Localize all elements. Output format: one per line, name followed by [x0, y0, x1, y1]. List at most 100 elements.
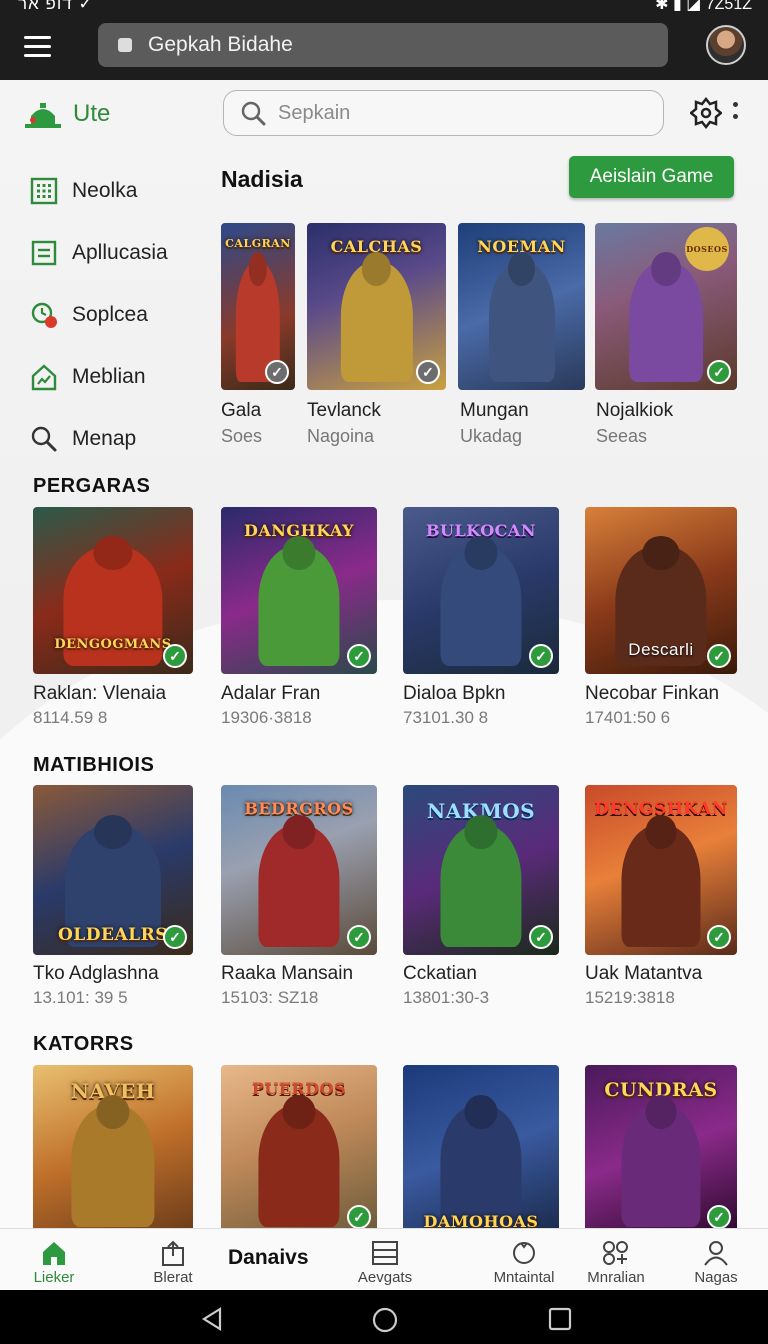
search-icon [31, 426, 57, 452]
installed-check-icon: ✓ [265, 360, 289, 384]
brand-name: Ute [73, 100, 111, 127]
upload-box-icon [162, 1240, 184, 1266]
search-icon [241, 101, 266, 126]
featured-game-sub: Ukadag [460, 426, 523, 446]
featured-game-tile[interactable]: CALCHAS ✓ [307, 223, 446, 390]
installed-check-icon: ✓ [707, 925, 731, 949]
game-meta: 73101.30 8 [403, 708, 489, 727]
side-navigation: Neolka Apllucasia Soplcea Meblian Menap [30, 160, 210, 470]
nav-nagas[interactable]: Nagas [688, 1229, 744, 1291]
nav-label: Mntaintal [493, 1269, 555, 1286]
game-card-image[interactable]: PUERDOS ✓ [221, 1065, 377, 1228]
recents-icon[interactable] [548, 1307, 572, 1331]
game-card-image[interactable]: DANGHKAY ✓ [221, 507, 377, 674]
game-card-image[interactable]: DAMOHOAS [403, 1065, 559, 1228]
sidebar-item-neolka[interactable]: Neolka [30, 160, 210, 222]
game-meta: 17401:50 6 [585, 708, 671, 727]
game-art-title: DAMOHOAS [423, 1212, 539, 1228]
nav-mntaintal[interactable]: Mntaintal [488, 1229, 560, 1291]
home-button-icon[interactable] [372, 1307, 398, 1333]
search-input[interactable] [278, 101, 638, 125]
game-meta: 13.101: 39 5 [33, 988, 128, 1007]
bottom-nav-title[interactable]: Danaivs [228, 1246, 309, 1270]
main-page: Ute Neolka Apllucasia [0, 80, 768, 1228]
sidebar-item-meblian[interactable]: Meblian [30, 346, 210, 408]
game-name: Uak Matantva [585, 963, 703, 984]
section-heading: MATIBHIOIS [33, 754, 155, 776]
person-icon [704, 1241, 728, 1266]
game-character-art [621, 824, 701, 947]
game-name: Tko Adglashna [33, 963, 159, 984]
featured-game-name: Gala [221, 400, 262, 421]
game-art-title: CALGRAN [225, 237, 291, 250]
sidebar-item-menap[interactable]: Menap [30, 408, 210, 470]
sidebar-item-soplcea[interactable]: Soplcea [30, 284, 210, 346]
nav-label: Aevgats [357, 1269, 413, 1286]
game-meta: 15103: SZ18 [221, 988, 319, 1007]
sidebar-item-label: Apllucasia [72, 241, 168, 264]
sidebar-item-label: Menap [72, 427, 137, 450]
game-character-art [621, 1104, 701, 1227]
featured-game-tile[interactable]: CALGRAN ✓ [221, 223, 295, 390]
sidebar-item-label: Soplcea [72, 303, 148, 326]
game-card-image[interactable]: NAKMOS ✓ [403, 785, 559, 955]
game-character-art [340, 261, 413, 382]
store-bell-icon [25, 103, 61, 128]
game-name: Adalar Fran [221, 683, 321, 704]
house-chart-icon [31, 364, 57, 391]
nav-aevgats[interactable]: Aevgats [350, 1229, 420, 1291]
nav-blerat[interactable]: Blerat [143, 1229, 203, 1291]
game-character-art [258, 1104, 340, 1227]
game-card-image[interactable]: OLDEALRS ✓ [33, 785, 193, 955]
sidebar-item-apllucasia[interactable]: Apllucasia [30, 222, 210, 284]
game-card-image[interactable]: BEDRGROS ✓ [221, 785, 377, 955]
featured-game-tile[interactable]: NOEMAN [458, 223, 585, 390]
address-text: Gepkah Bidahe [148, 33, 293, 56]
top-app-bar: דופ אר ✓ ✱ ▮ ◪ 7Z51Z Gepkah Bidahe [0, 0, 768, 80]
nav-label: Lieker [33, 1269, 75, 1286]
home-icon [43, 1242, 65, 1265]
nav-mnralian[interactable]: Mnralian [580, 1229, 652, 1291]
game-name: Dialoa Bpkn [403, 683, 506, 704]
hamburger-menu-icon[interactable] [24, 36, 51, 58]
sidebar-item-label: Neolka [72, 179, 138, 202]
section-heading: KATORRS [33, 1033, 134, 1055]
installed-check-icon: ✓ [529, 925, 553, 949]
game-character-art [258, 824, 340, 947]
status-icons: ✱ ▮ ◪ 7Z51Z [655, 0, 752, 13]
nav-lieker[interactable]: Lieker [24, 1229, 84, 1291]
back-icon[interactable] [200, 1307, 224, 1331]
game-card-image[interactable]: DENGOGMANS ✓ [33, 507, 193, 674]
featured-game-name: Nojalkiok [596, 400, 674, 421]
game-card-image[interactable]: CUNDRAS ✓ [585, 1065, 737, 1228]
game-art-title: DOSEOS [685, 227, 729, 271]
installed-check-icon: ✓ [707, 644, 731, 668]
game-character-art [488, 261, 555, 382]
nav-label: Blerat [153, 1269, 193, 1286]
game-meta: 13801:30-3 [403, 988, 490, 1007]
installed-check-icon: ✓ [163, 644, 187, 668]
address-bar[interactable]: Gepkah Bidahe [98, 23, 668, 67]
game-meta: 8114.59 8 [33, 708, 108, 727]
featured-game-sub: Seeas [596, 426, 648, 446]
gear-icon[interactable] [690, 97, 722, 129]
game-card-image[interactable]: DENGSHKAN ✓ [585, 785, 737, 955]
game-card-image[interactable]: BULKOCAN ✓ [403, 507, 559, 674]
game-card-image[interactable]: NAVEH [33, 1065, 193, 1228]
featured-heading: Nadisia [221, 166, 303, 192]
installed-check-icon: ✓ [416, 360, 440, 384]
avatar[interactable] [706, 25, 746, 65]
game-meta: 19306·3818 [221, 708, 312, 727]
section-heading: PERGARAS [33, 475, 151, 497]
system-navigation-bar [0, 1290, 768, 1344]
game-character-art [629, 261, 703, 382]
more-vert-icon[interactable] [733, 102, 739, 126]
installed-check-icon: ✓ [529, 644, 553, 668]
featured-game-tile[interactable]: DOSEOS ✓ [595, 223, 737, 390]
add-game-button[interactable]: Aeislain Game [569, 156, 734, 198]
status-time: דופ אר ✓ [18, 0, 94, 13]
installed-check-icon: ✓ [163, 925, 187, 949]
nav-label: Nagas [694, 1269, 738, 1286]
game-card-image[interactable]: Descarli ✓ [585, 507, 737, 674]
search-bar[interactable] [223, 90, 664, 136]
